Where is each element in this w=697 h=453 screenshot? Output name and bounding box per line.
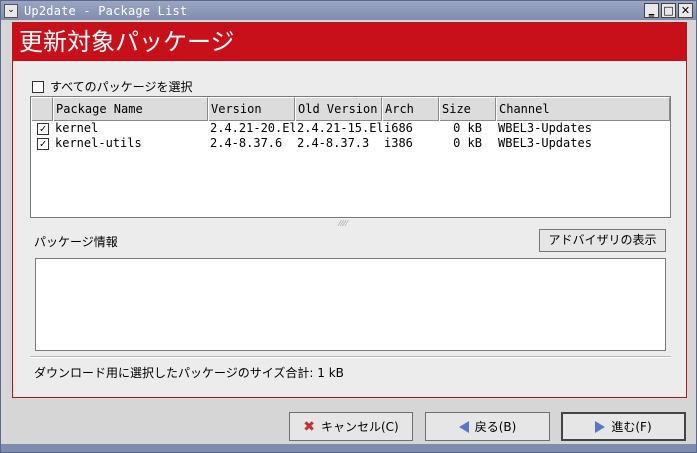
checkbox-box[interactable] <box>32 80 44 93</box>
back-button[interactable]: 戻る(B) <box>425 412 550 441</box>
window-menu-icon[interactable]: ⌄ <box>4 3 18 18</box>
version-cell: 2.4-8.37.6 <box>210 136 283 150</box>
row-checkbox[interactable]: ✓ <box>37 137 49 150</box>
size-cell: 0 kB <box>453 136 482 150</box>
maximize-icon[interactable]: □ <box>661 3 676 18</box>
package-name-cell: kernel <box>55 121 99 135</box>
column-header-channel[interactable]: Channel <box>496 97 670 121</box>
table-row[interactable]: ✓ kernel 2.4.21-20.El 2.4.21-15.El i686 … <box>31 121 670 136</box>
channel-cell: WBEL3-Updates <box>498 121 592 135</box>
arch-cell: i686 <box>384 121 413 135</box>
package-name-cell: kernel-utils <box>55 136 142 150</box>
package-info-textarea[interactable] <box>35 258 666 351</box>
column-header-package-name[interactable]: Package Name <box>53 97 208 121</box>
column-header-arch[interactable]: Arch <box>382 97 439 121</box>
page-title: 更新対象パッケージ <box>13 23 686 61</box>
cancel-button-label: キャンセル(C) <box>320 420 399 434</box>
forward-button[interactable]: 進む(F) <box>561 412 686 441</box>
show-advisory-button[interactable]: アドバイザリの表示 <box>539 229 666 252</box>
row-check-cell: ✓ <box>31 136 53 151</box>
window-controls: ‗ □ ✕ <box>644 3 693 18</box>
version-cell: 2.4.21-20.El <box>210 121 295 135</box>
column-header-size[interactable]: Size <box>439 97 496 121</box>
table-header: Package Name Version Old Version Arch Si… <box>31 97 670 121</box>
size-cell: 0 kB <box>453 121 482 135</box>
old-version-cell: 2.4-8.37.3 <box>297 136 370 150</box>
forward-arrow-icon <box>595 420 606 433</box>
close-icon[interactable]: ✕ <box>678 3 693 18</box>
content-panel: 更新対象パッケージ すべてのパッケージを選択 Package Name Vers… <box>12 22 687 398</box>
column-header-old-version[interactable]: Old Version <box>295 97 382 121</box>
channel-cell: WBEL3-Updates <box>498 136 592 150</box>
cancel-x-icon: ✖ <box>303 418 315 435</box>
download-size-summary: ダウンロード用に選択したパッケージのサイズ合計: 1 kB <box>34 366 344 380</box>
window-bottom-border <box>1 444 696 452</box>
pane-resize-handle[interactable]: ⁄⁄⁄⁄ <box>339 219 348 228</box>
cancel-button[interactable]: ✖ キャンセル(C) <box>289 412 413 441</box>
select-all-checkbox[interactable]: すべてのパッケージを選択 <box>32 78 192 95</box>
window-title: Up2date - Package List <box>24 3 188 18</box>
select-all-label: すべてのパッケージを選択 <box>50 80 193 94</box>
app-window: ⌄ Up2date - Package List ‗ □ ✕ 更新対象パッケージ… <box>0 0 697 453</box>
forward-button-label: 進む(F) <box>611 420 652 434</box>
divider <box>30 356 671 358</box>
column-header-check[interactable] <box>31 97 53 121</box>
back-button-label: 戻る(B) <box>474 420 517 434</box>
back-arrow-icon <box>458 420 469 433</box>
old-version-cell: 2.4.21-15.El <box>297 121 382 135</box>
row-checkbox[interactable]: ✓ <box>37 122 49 135</box>
title-bar[interactable]: ⌄ Up2date - Package List ‗ □ ✕ <box>1 1 696 20</box>
minimize-icon[interactable]: ‗ <box>644 3 659 18</box>
table-row[interactable]: ✓ kernel-utils 2.4-8.37.6 2.4-8.37.3 i38… <box>31 136 670 151</box>
package-table: Package Name Version Old Version Arch Si… <box>30 96 671 218</box>
row-check-cell: ✓ <box>31 121 53 136</box>
arch-cell: i386 <box>384 136 413 150</box>
package-info-label: パッケージ情報 <box>34 235 118 249</box>
column-header-version[interactable]: Version <box>208 97 295 121</box>
